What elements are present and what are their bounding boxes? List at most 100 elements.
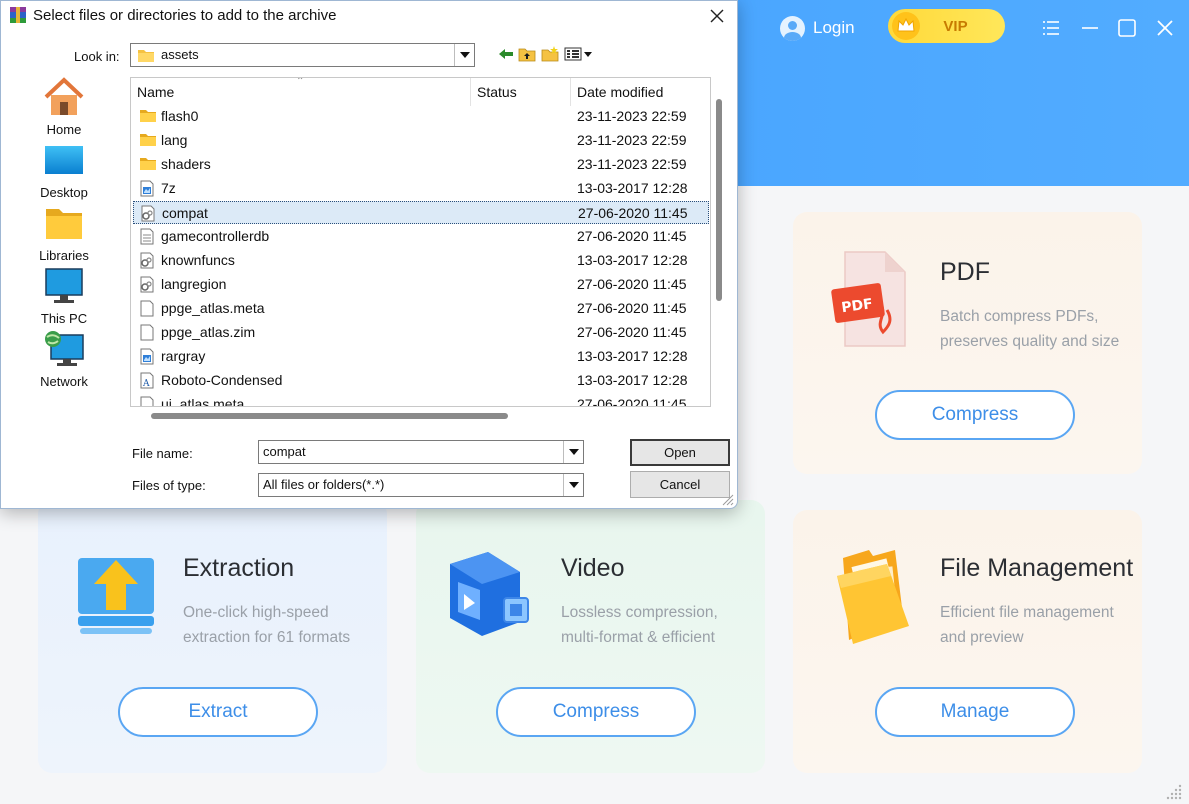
dialog-close-icon[interactable] [703, 3, 731, 29]
file-row[interactable]: gamecontrollerdb 27-06-2020 11:45 [133, 225, 709, 248]
place-network[interactable]: Network [21, 329, 107, 389]
file-date-modified: 23-11-2023 22:59 [577, 108, 687, 124]
file-row[interactable]: compat 27-06-2020 11:45 [133, 201, 709, 224]
files-of-type-dropdown-icon[interactable] [563, 474, 583, 496]
file-name-dropdown-icon[interactable] [563, 441, 583, 463]
place-this-pc-label: This PC [40, 311, 88, 326]
look-in-label: Look in: [74, 49, 120, 64]
winrar-app-icon [9, 6, 27, 24]
file-management-desc-line1: Efficient file management [940, 604, 1114, 621]
text-file-icon [139, 228, 157, 245]
up-folder-icon[interactable] [516, 43, 538, 65]
back-arrow-icon[interactable] [495, 43, 517, 65]
place-home-label: Home [46, 122, 82, 137]
file-name: gamecontrollerdb [161, 228, 270, 244]
file-row[interactable]: langregion 27-06-2020 11:45 [133, 273, 709, 296]
file-name: ui_atlas.meta [161, 396, 245, 407]
file-management-title: File Management [940, 554, 1134, 582]
pdf-card: PDF PDF Batch compress PDFs, preserves q… [793, 212, 1142, 474]
vertical-scrollbar-thumb[interactable] [716, 99, 722, 301]
look-in-combo[interactable]: assets [130, 43, 475, 67]
file-date-modified: 23-11-2023 22:59 [577, 132, 687, 148]
file-row[interactable]: knownfuncs 13-03-2017 12:28 [133, 249, 709, 272]
look-in-dropdown-icon[interactable] [454, 44, 474, 66]
column-header-status[interactable]: Status [471, 78, 571, 106]
place-desktop[interactable]: Desktop [21, 140, 107, 200]
video-icon [444, 548, 534, 644]
file-date-modified: 27-06-2020 11:45 [577, 228, 687, 244]
libraries-icon [43, 203, 85, 243]
file-row[interactable]: flash0 23-11-2023 22:59 [133, 105, 709, 128]
extraction-desc-line2: extraction for 61 formats [183, 629, 351, 646]
file-row[interactable]: ppge_atlas.zim 27-06-2020 11:45 [133, 321, 709, 344]
dialog-resize-grip[interactable] [719, 491, 735, 511]
sort-ascending-icon: ⌃ [296, 77, 305, 87]
file-row[interactable]: ppge_atlas.meta 27-06-2020 11:45 [133, 297, 709, 320]
place-libraries[interactable]: Libraries [21, 203, 107, 263]
column-header-name[interactable]: Name ⌃ [131, 78, 471, 106]
file-name: langregion [161, 276, 227, 292]
menu-icon[interactable] [1037, 14, 1065, 42]
new-folder-icon[interactable] [539, 43, 561, 65]
horizontal-scrollbar-thumb[interactable] [151, 413, 508, 419]
file-row[interactable]: ui_atlas.meta 27-06-2020 11:45 [133, 393, 709, 407]
cancel-button[interactable]: Cancel [630, 471, 730, 498]
file-date-modified: 13-03-2017 12:28 [577, 180, 688, 196]
place-this-pc[interactable]: This PC [21, 266, 107, 326]
file-date-modified: 27-06-2020 11:45 [577, 324, 687, 340]
file-icon [139, 324, 157, 341]
column-name-label: Name [137, 84, 175, 100]
place-network-label: Network [40, 374, 88, 389]
add-to-archive-dialog: Select files or directories to add to th… [0, 0, 738, 509]
font-file-icon: A [139, 372, 157, 389]
folder-icon [137, 48, 155, 67]
extract-button[interactable]: Extract [118, 687, 318, 737]
column-date-label: Date modified [577, 84, 664, 100]
files-of-type-value: All files or folders(*.*) [263, 477, 385, 492]
login-button[interactable]: Login [780, 14, 855, 42]
file-date-modified: 13-03-2017 12:28 [577, 252, 688, 268]
file-row[interactable]: 7z 13-03-2017 12:28 [133, 177, 709, 200]
user-avatar-icon [780, 15, 805, 41]
video-desc-line2: multi-format & efficient [561, 629, 715, 646]
video-compress-button[interactable]: Compress [496, 687, 696, 737]
file-name: Roboto-Condensed [161, 372, 283, 388]
column-header-date[interactable]: Date modified [571, 78, 710, 106]
desktop-icon [43, 140, 85, 180]
minimize-icon[interactable] [1076, 14, 1104, 42]
file-list[interactable]: Name ⌃ Status Date modified flash0 23-11-… [130, 77, 711, 407]
file-name: lang [161, 132, 188, 148]
dialog-titlebar[interactable]: Select files or directories to add to th… [1, 1, 737, 31]
file-row[interactable]: rargray 13-03-2017 12:28 [133, 345, 709, 368]
open-button[interactable]: Open [630, 439, 730, 466]
file-name: compat [162, 205, 208, 221]
extraction-title: Extraction [183, 554, 295, 582]
file-icon [139, 396, 157, 406]
file-date-modified: 27-06-2020 11:45 [578, 205, 688, 221]
file-row[interactable]: A Roboto-Condensed 13-03-2017 12:28 [133, 369, 709, 392]
folder-icon [139, 132, 157, 149]
maximize-icon[interactable] [1113, 14, 1141, 42]
file-icon [139, 300, 157, 317]
view-menu-icon[interactable] [563, 43, 595, 65]
place-libraries-label: Libraries [39, 248, 89, 263]
manage-button[interactable]: Manage [875, 687, 1075, 737]
window-resize-grip[interactable] [1164, 780, 1184, 804]
pdf-icon: PDF [831, 246, 909, 356]
file-name: knownfuncs [161, 252, 235, 268]
close-icon[interactable] [1151, 14, 1179, 42]
place-home[interactable]: Home [21, 77, 107, 137]
file-row[interactable]: shaders 23-11-2023 22:59 [133, 153, 709, 176]
pdf-compress-button[interactable]: Compress [875, 390, 1075, 440]
file-row[interactable]: lang 23-11-2023 22:59 [133, 129, 709, 152]
image-file-icon [139, 180, 157, 197]
file-name: 7z [161, 180, 176, 196]
network-icon [43, 329, 85, 369]
files-of-type-combo[interactable]: All files or folders(*.*) [258, 473, 584, 497]
vip-button[interactable]: VIP [888, 9, 1005, 43]
folder-stack-icon [833, 546, 913, 650]
config-file-icon [139, 252, 157, 269]
video-title: Video [561, 554, 625, 582]
file-date-modified: 13-03-2017 12:28 [577, 348, 688, 364]
file-name-combo[interactable]: compat [258, 440, 584, 464]
